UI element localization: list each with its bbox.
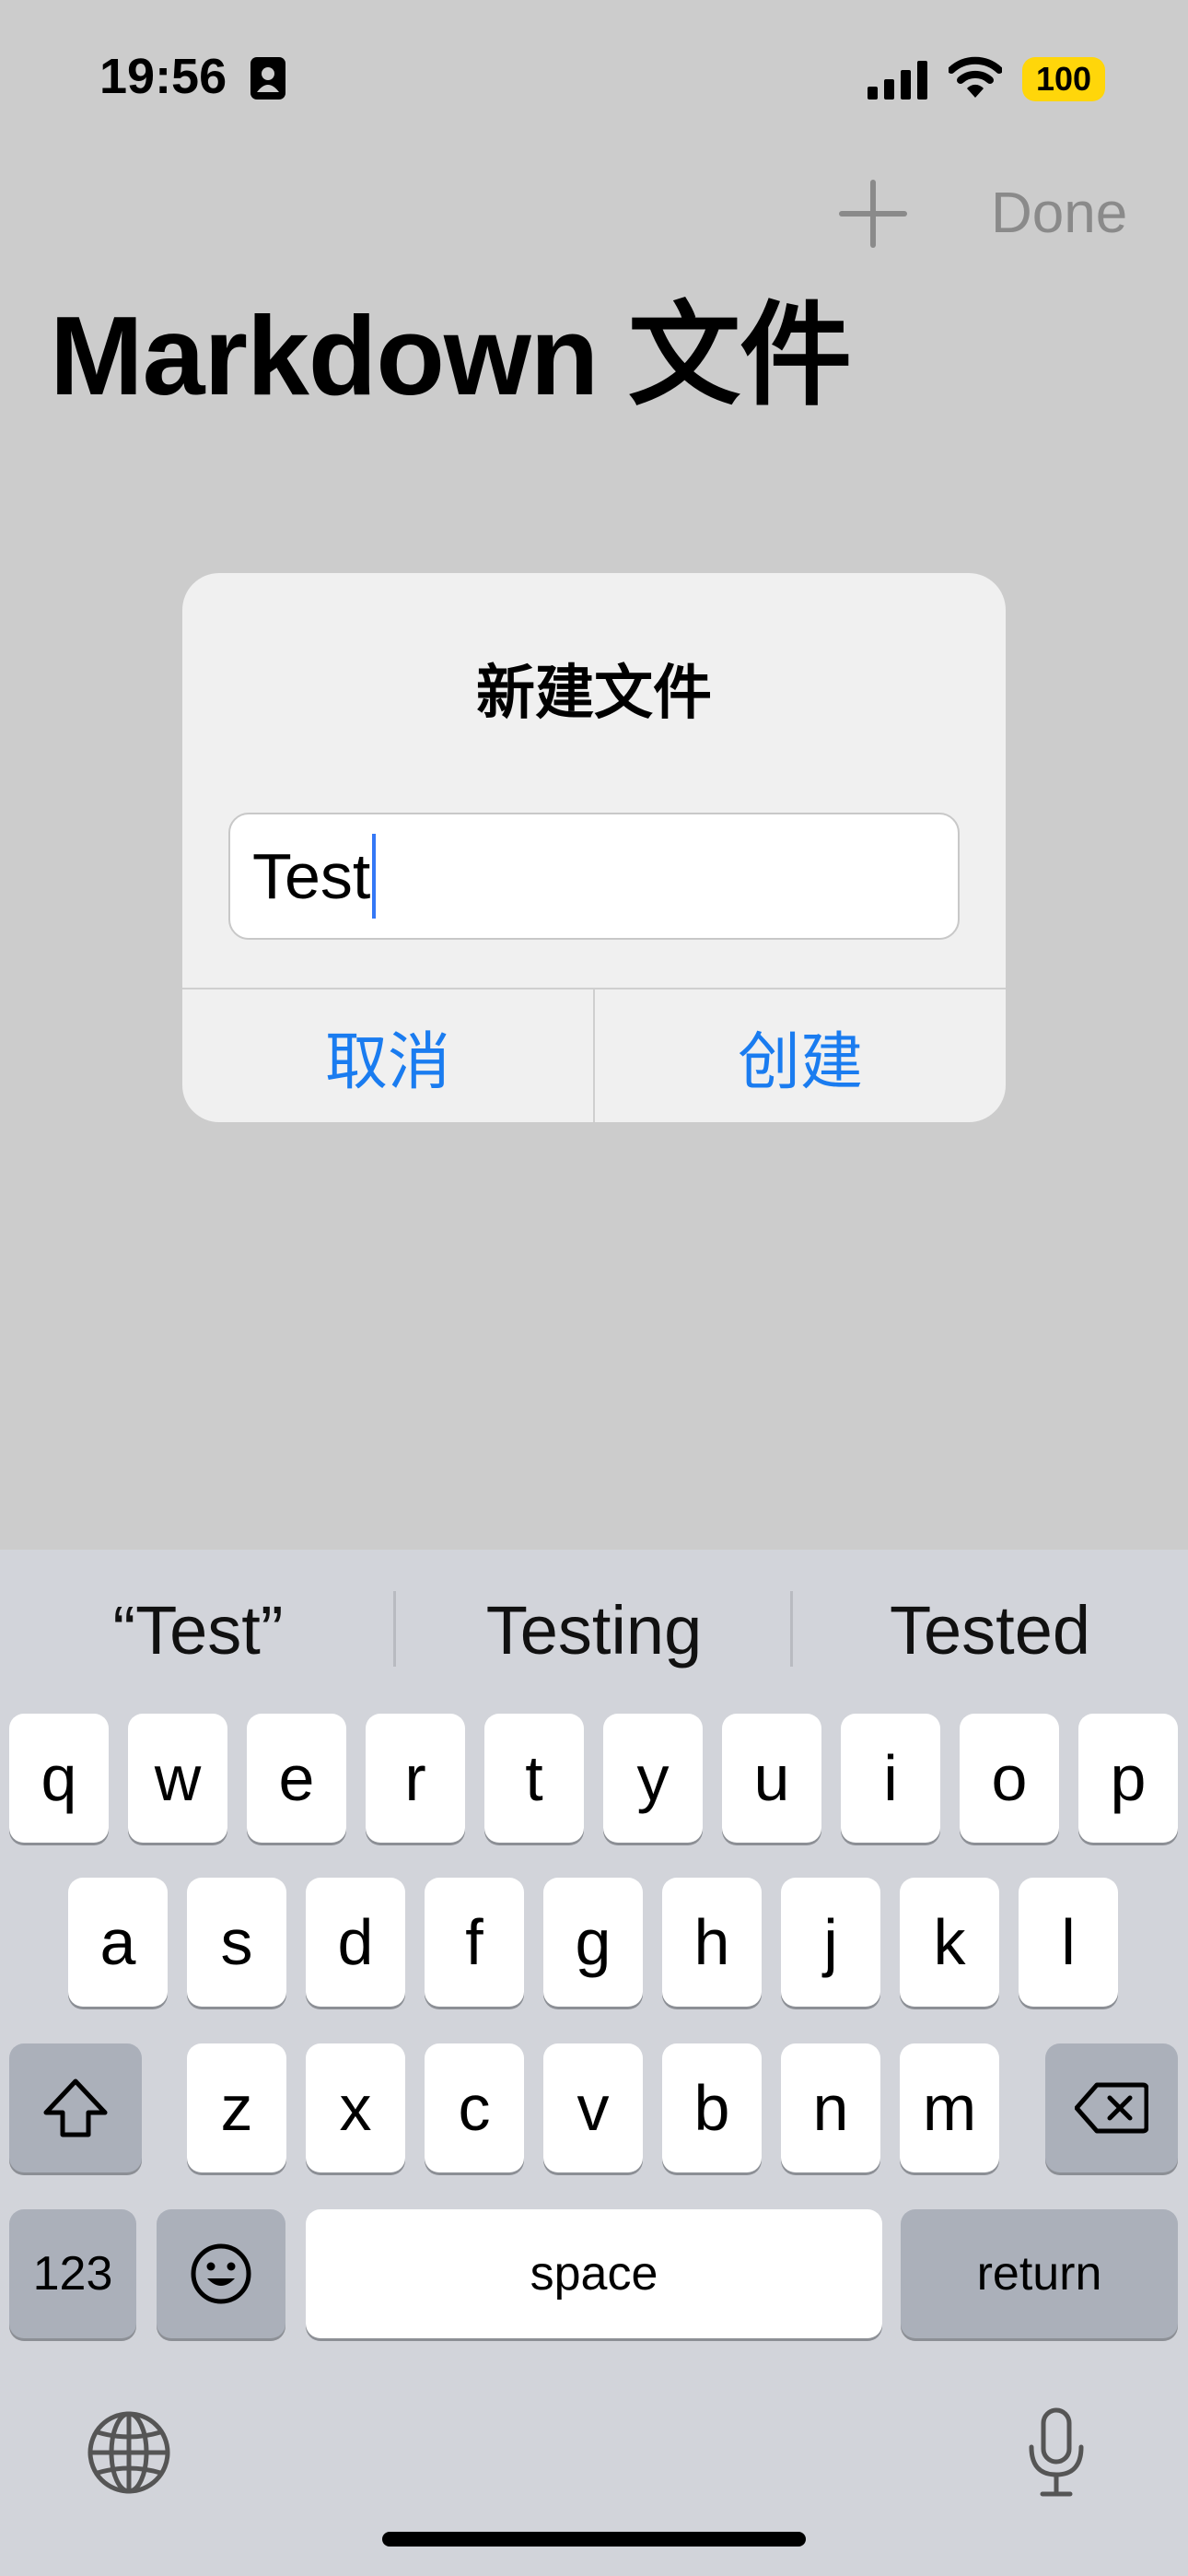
key-v[interactable]: v bbox=[543, 2043, 643, 2172]
key-l[interactable]: l bbox=[1019, 1878, 1118, 2007]
emoji-key[interactable] bbox=[157, 2209, 285, 2338]
create-button[interactable]: 创建 bbox=[595, 989, 1006, 1122]
key-n[interactable]: n bbox=[781, 2043, 880, 2172]
return-key[interactable]: return bbox=[901, 2209, 1178, 2338]
numbers-key-label: 123 bbox=[32, 2247, 113, 2301]
key-z[interactable]: z bbox=[187, 2043, 286, 2172]
key-g[interactable]: g bbox=[543, 1878, 643, 2007]
key-t[interactable]: t bbox=[484, 1714, 584, 1843]
key-r[interactable]: r bbox=[366, 1714, 465, 1843]
plus-icon[interactable] bbox=[836, 177, 910, 251]
return-key-label: return bbox=[976, 2247, 1102, 2301]
key-u[interactable]: u bbox=[722, 1714, 821, 1843]
status-time: 19:56 bbox=[99, 49, 227, 104]
suggestion-tested[interactable]: Tested bbox=[792, 1585, 1188, 1677]
microphone-icon[interactable] bbox=[1024, 2406, 1089, 2499]
keyboard: “Test” Testing Tested q w e r t y u i o … bbox=[0, 1550, 1188, 2576]
key-y[interactable]: y bbox=[603, 1714, 703, 1843]
key-a[interactable]: a bbox=[68, 1878, 168, 2007]
done-button[interactable]: Done bbox=[991, 177, 1127, 251]
alert-title: 新建文件 bbox=[476, 660, 712, 726]
key-j[interactable]: j bbox=[781, 1878, 880, 2007]
key-w[interactable]: w bbox=[128, 1714, 227, 1843]
key-d[interactable]: d bbox=[306, 1878, 405, 2007]
space-key-label: space bbox=[530, 2247, 658, 2301]
suggestion-bar: “Test” Testing Tested bbox=[0, 1550, 1188, 1706]
suggestion-quoted[interactable]: “Test” bbox=[0, 1585, 396, 1677]
key-e[interactable]: e bbox=[247, 1714, 346, 1843]
wifi-icon bbox=[949, 56, 1002, 98]
status-bar: 19:56 100 bbox=[0, 0, 1188, 157]
file-name-input[interactable]: Test bbox=[228, 813, 960, 940]
key-c[interactable]: c bbox=[425, 2043, 524, 2172]
key-f[interactable]: f bbox=[425, 1878, 524, 2007]
home-indicator[interactable] bbox=[382, 2532, 806, 2547]
suggestion-testing[interactable]: Testing bbox=[396, 1585, 792, 1677]
cancel-button[interactable]: 取消 bbox=[182, 989, 593, 1122]
contact-card-icon bbox=[250, 57, 285, 100]
new-file-alert: 新建文件 Test 取消 创建 bbox=[182, 573, 1006, 1122]
key-p[interactable]: p bbox=[1078, 1714, 1178, 1843]
numbers-key[interactable]: 123 bbox=[9, 2209, 136, 2338]
file-name-value: Test bbox=[252, 840, 371, 912]
key-m[interactable]: m bbox=[900, 2043, 999, 2172]
key-i[interactable]: i bbox=[841, 1714, 940, 1843]
key-h[interactable]: h bbox=[662, 1878, 762, 2007]
space-key[interactable]: space bbox=[306, 2209, 882, 2338]
shift-key[interactable] bbox=[9, 2043, 142, 2172]
emoji-icon bbox=[191, 2243, 251, 2304]
key-s[interactable]: s bbox=[187, 1878, 286, 2007]
key-b[interactable]: b bbox=[662, 2043, 762, 2172]
backspace-key[interactable] bbox=[1045, 2043, 1178, 2172]
key-k[interactable]: k bbox=[900, 1878, 999, 2007]
cellular-signal-icon bbox=[868, 61, 927, 100]
battery-icon: 100 bbox=[1022, 57, 1105, 101]
shift-icon bbox=[43, 2078, 108, 2137]
key-x[interactable]: x bbox=[306, 2043, 405, 2172]
key-o[interactable]: o bbox=[960, 1714, 1059, 1843]
globe-icon[interactable] bbox=[87, 2410, 171, 2495]
page-title: Markdown 文件 bbox=[50, 293, 852, 418]
text-caret bbox=[372, 834, 377, 919]
backspace-icon bbox=[1075, 2082, 1148, 2134]
key-q[interactable]: q bbox=[9, 1714, 109, 1843]
